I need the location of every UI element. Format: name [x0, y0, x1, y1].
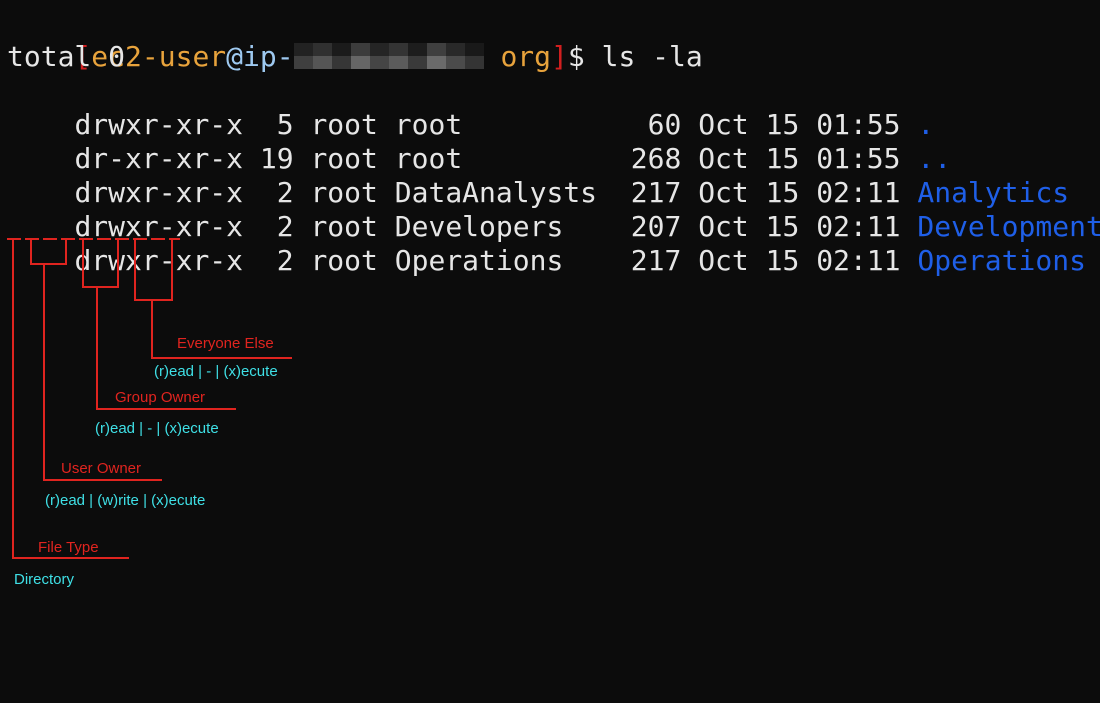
user-owner-box: [30, 240, 67, 265]
group-owner-label: Group Owner: [115, 389, 206, 406]
file-type-label: File Type: [38, 539, 99, 556]
user-owner-perms: (r)ead | (w)rite | (x)ecute: [45, 492, 206, 509]
file-type-value: Directory: [14, 571, 75, 588]
terminal-window[interactable]: [ec2-user@ip- org]$ ls -la total 0 drwxr…: [0, 0, 1100, 703]
permission-annotation-lines: [7, 238, 292, 559]
everyone-else-perms: (r)ead | - | (x)ecute: [154, 363, 278, 380]
user-owner-label: User Owner: [61, 460, 142, 477]
everyone-else-box: [134, 240, 173, 301]
everyone-else-label: Everyone Else: [177, 335, 274, 352]
user-owner-leader: [43, 264, 162, 481]
group-owner-box: [82, 240, 119, 288]
group-owner-perms: (r)ead | - | (x)ecute: [95, 420, 219, 437]
